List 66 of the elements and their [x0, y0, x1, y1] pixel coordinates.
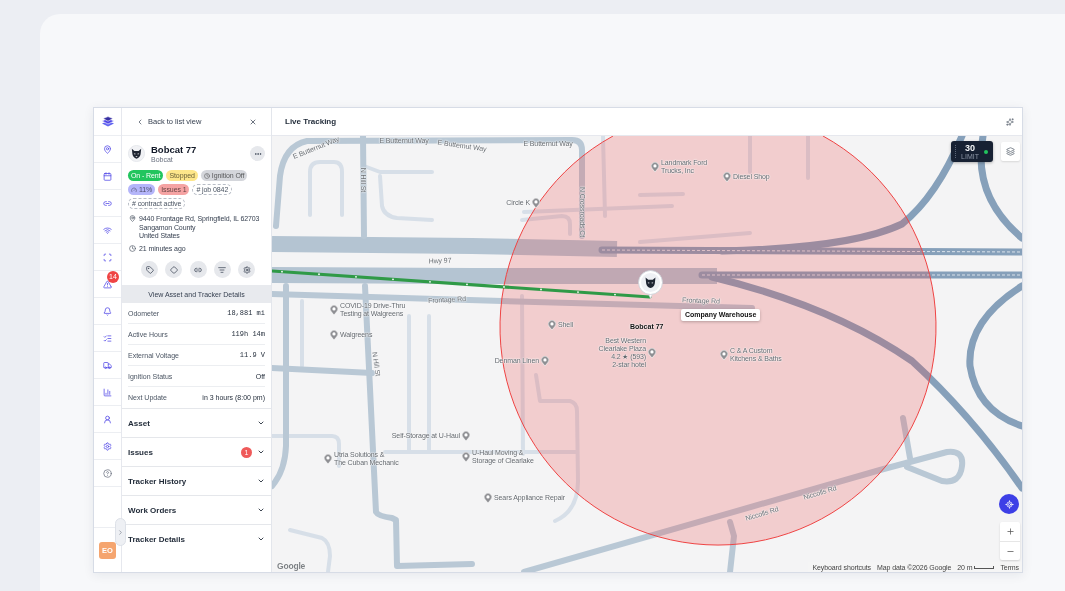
speed-limit-value: 30	[965, 143, 976, 153]
locate-icon	[1004, 499, 1014, 509]
more-button[interactable]	[250, 146, 265, 161]
location-pin-icon	[129, 215, 136, 222]
map-pin-icon	[330, 330, 338, 340]
map-pin-icon	[648, 348, 656, 358]
vehicle-marker-icon[interactable]	[638, 270, 663, 299]
close-button[interactable]	[249, 117, 257, 126]
map-pin-icon	[484, 493, 492, 503]
logo-icon	[100, 115, 115, 128]
chevron-right-icon	[117, 528, 124, 536]
sparkles-icon	[1006, 117, 1014, 126]
warning-icon	[103, 279, 112, 289]
map-pin-icon	[651, 162, 659, 172]
truck-icon	[103, 360, 112, 370]
map-pin-icon	[462, 431, 470, 441]
checklist-icon	[103, 333, 112, 343]
calendar-icon	[103, 171, 112, 181]
map-pin-icon	[324, 454, 332, 464]
asset-name: Bobcat 77	[151, 144, 197, 155]
map-pin-icon	[548, 320, 556, 330]
layers-button[interactable]	[1001, 142, 1020, 161]
map-pin-icon	[541, 356, 549, 366]
map-logo-text: Google	[277, 561, 306, 571]
scale-bar	[974, 565, 995, 569]
clock-icon	[129, 244, 136, 252]
chevron-left-icon	[136, 117, 144, 126]
diamond-icon	[169, 265, 178, 274]
action-button[interactable]	[238, 261, 255, 278]
map-pin-icon	[330, 305, 338, 315]
action-button[interactable]	[165, 261, 183, 278]
map-pin-icon	[723, 172, 731, 182]
close-icon	[249, 117, 257, 126]
scan-icon	[103, 252, 112, 262]
layers-icon	[1006, 147, 1015, 156]
map-pin-icon	[103, 144, 112, 154]
user-icon	[103, 414, 112, 424]
collapse-handle[interactable]	[115, 518, 126, 546]
map-pin-icon	[462, 452, 470, 462]
action-button[interactable]	[189, 261, 207, 278]
ai-button[interactable]	[1006, 117, 1014, 126]
help-icon	[103, 468, 112, 478]
map-title: Live Tracking	[285, 117, 337, 126]
action-button[interactable]	[141, 261, 158, 278]
settings-icon	[242, 265, 251, 274]
tag-icon	[145, 265, 154, 274]
clock-icon	[203, 172, 210, 179]
accordion-header[interactable]: Tracker Details	[122, 524, 271, 553]
plus-icon	[1005, 527, 1015, 536]
map-pin-icon	[532, 198, 540, 208]
gauge-icon	[131, 186, 137, 193]
action-button[interactable]	[213, 261, 231, 278]
list-icon	[218, 265, 227, 274]
bar-chart-icon	[103, 387, 112, 397]
settings-icon	[103, 441, 112, 451]
link-icon	[103, 198, 112, 208]
status-dot-icon	[984, 149, 988, 154]
cat-head-icon	[128, 145, 145, 162]
link-icon	[194, 265, 202, 274]
accordion-header[interactable]: Work Orders	[122, 495, 271, 524]
bell-icon	[103, 306, 112, 316]
map-pin-icon	[720, 350, 728, 360]
accordion-header[interactable]: Asset	[122, 408, 271, 437]
accordion-header[interactable]: Tracker History	[122, 466, 271, 495]
locate-button[interactable]	[999, 494, 1019, 514]
wifi-icon	[103, 225, 112, 235]
